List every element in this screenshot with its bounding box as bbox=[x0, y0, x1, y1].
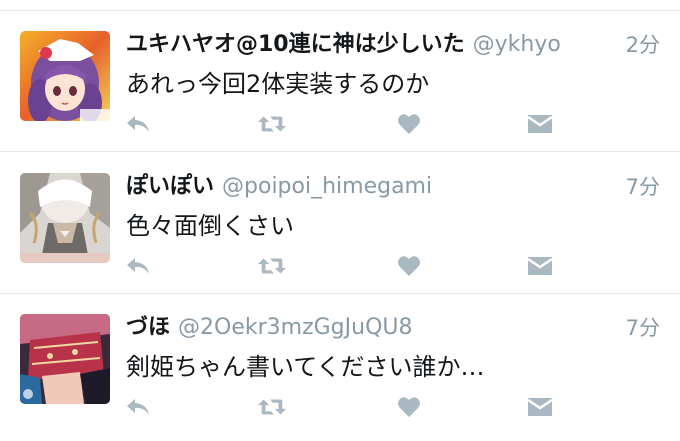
reply-button[interactable] bbox=[124, 253, 154, 279]
reply-button[interactable] bbox=[124, 394, 154, 420]
timestamp[interactable]: 7分 bbox=[626, 171, 660, 203]
display-name[interactable]: ユキハヤオ@10連に神は少しいた bbox=[126, 32, 465, 57]
reply-icon bbox=[127, 116, 149, 132]
like-icon bbox=[398, 397, 420, 417]
display-name[interactable]: づほ bbox=[126, 315, 170, 340]
retweet-button[interactable] bbox=[257, 111, 287, 137]
retweet-icon bbox=[257, 116, 287, 132]
timestamp[interactable]: 2分 bbox=[626, 29, 660, 61]
avatar[interactable] bbox=[20, 314, 110, 404]
tweet-text: 色々面倒くさい bbox=[126, 212, 294, 240]
reply-icon bbox=[127, 258, 149, 274]
retweet-icon bbox=[257, 399, 287, 415]
like-button[interactable] bbox=[394, 394, 424, 420]
retweet-button[interactable] bbox=[257, 394, 287, 420]
retweet-icon bbox=[257, 258, 287, 274]
tweet-text: 剣姫ちゃん書いてください誰か… bbox=[126, 353, 485, 381]
reply-button[interactable] bbox=[124, 111, 154, 137]
like-icon bbox=[398, 114, 420, 134]
display-name[interactable]: ぽいぽい bbox=[126, 174, 214, 199]
divider bbox=[0, 151, 680, 152]
retweet-button[interactable] bbox=[257, 253, 287, 279]
tweet-timeline: ユキハヤオ@10連に神は少しいた @ykhyo 2分 あれっ今回2体実装するのか bbox=[0, 0, 680, 441]
user-handle[interactable]: @ykhyo bbox=[473, 32, 561, 57]
tweet-header: ユキハヤオ@10連に神は少しいた @ykhyo bbox=[126, 29, 596, 61]
avatar[interactable] bbox=[20, 173, 110, 263]
reply-icon bbox=[127, 399, 149, 415]
tweet-header: ぽいぽい @poipoi_himegami bbox=[126, 171, 596, 203]
direct-message-button[interactable] bbox=[525, 394, 555, 420]
tweet[interactable]: ぽいぽい @poipoi_himegami 7分 色々面倒くさい bbox=[0, 153, 680, 294]
avatar[interactable] bbox=[20, 31, 110, 121]
direct-message-icon bbox=[527, 115, 553, 133]
tweet[interactable]: づほ @2Oekr3mzGgJuQU8 7分 剣姫ちゃん書いてください誰か… bbox=[0, 294, 680, 435]
direct-message-button[interactable] bbox=[525, 253, 555, 279]
like-button[interactable] bbox=[394, 111, 424, 137]
direct-message-button[interactable] bbox=[525, 111, 555, 137]
timestamp[interactable]: 7分 bbox=[626, 312, 660, 344]
user-handle[interactable]: @2Oekr3mzGgJuQU8 bbox=[178, 315, 412, 340]
tweet-header: づほ @2Oekr3mzGgJuQU8 bbox=[126, 312, 596, 344]
tweet[interactable]: ユキハヤオ@10連に神は少しいた @ykhyo 2分 あれっ今回2体実装するのか bbox=[0, 11, 680, 152]
tweet-text: あれっ今回2体実装するのか bbox=[126, 70, 430, 98]
like-button[interactable] bbox=[394, 253, 424, 279]
user-handle[interactable]: @poipoi_himegami bbox=[222, 174, 432, 199]
direct-message-icon bbox=[527, 257, 553, 275]
direct-message-icon bbox=[527, 398, 553, 416]
like-icon bbox=[398, 256, 420, 276]
